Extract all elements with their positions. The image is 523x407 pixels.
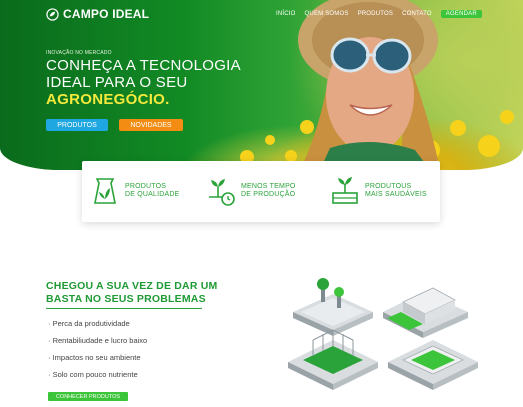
nav-item-quem-somos[interactable]: QUEM SOMOS	[305, 11, 349, 17]
sprout-clock-icon	[209, 179, 235, 206]
headline-line-1: CONHEÇA A TECNOLOGIA	[46, 57, 241, 74]
list-item: · Rentabiliudade e lucro baixo	[48, 336, 148, 345]
seedling-crate-icon	[332, 177, 358, 204]
list-item: · Solo com pouco nutriente	[48, 370, 138, 379]
problems-heading-line1: CHEGOU A SUA VEZ DE DAR UM	[46, 280, 218, 292]
leaf-logo-icon	[46, 7, 59, 21]
feature-healthier-line2: MAIS SAUDÁVEIS	[365, 191, 427, 198]
seed-bag-icon	[94, 178, 116, 204]
hero-kicker: INOVAÇÃO NO MERCADO	[46, 50, 112, 56]
nav-agendar-button[interactable]: AGENDAR	[440, 10, 482, 18]
feature-quality-line1: PRODUTOS	[125, 182, 167, 190]
feature-less-time-line2: DE PRODUÇÃO	[241, 191, 296, 198]
hero-banner: CAMPO IDEAL INÍCIO QUEM SOMOS PRODUTOS C…	[0, 0, 523, 170]
products-button[interactable]: PRODUTOS	[46, 119, 108, 131]
feature-healthier: PRODUTOUS MAIS SAUDÁVEIS	[331, 175, 427, 207]
news-button[interactable]: NOVIDADES	[119, 119, 183, 131]
list-item: · Perca da produtividade	[48, 319, 130, 328]
brand-name: CAMPO IDEAL	[63, 7, 150, 21]
nav-item-contato[interactable]: CONTATO	[402, 11, 432, 17]
main-nav: INÍCIO QUEM SOMOS PRODUTOS CONTATO AGEND…	[276, 10, 482, 18]
feature-quality: PRODUTOS DE QUALIDADE	[91, 175, 180, 207]
problems-heading: CHEGOU A SUA VEZ DE DAR UM BASTA NO SEUS…	[46, 280, 217, 306]
feature-healthier-line1: PRODUTOUS	[365, 182, 412, 190]
nav-item-produtos[interactable]: PRODUTOS	[358, 11, 394, 17]
features-card: PRODUTOS DE QUALIDADE MENOS TEMPO DE PRO…	[82, 161, 440, 222]
feature-less-time-line1: MENOS TEMPO	[241, 182, 296, 190]
isometric-farm-illustration	[288, 278, 478, 390]
headline-accent: AGRONEGÓCIO.	[46, 91, 170, 108]
problems-heading-line2: BASTA NO SEUS PROBLEMAS	[46, 293, 206, 305]
feature-quality-line2: DE QUALIDADE	[125, 191, 180, 198]
nav-item-inicio[interactable]: INÍCIO	[276, 11, 296, 17]
headline-line-2: IDEAL PARA O SEU	[46, 74, 188, 91]
brand-logo[interactable]: CAMPO IDEAL	[46, 7, 149, 21]
heading-underline	[46, 308, 202, 309]
feature-less-time: MENOS TEMPO DE PRODUÇÃO	[207, 175, 296, 207]
list-item: · Impactos no seu ambiente	[48, 353, 141, 362]
hero-headline: CONHEÇA A TECNOLOGIA IDEAL PARA O SEU AG…	[46, 57, 241, 108]
woman-with-sunglasses-photo	[298, 0, 440, 170]
know-products-button[interactable]: CONHECER PRODUTOS	[48, 392, 128, 401]
problems-list: · Perca da produtividade · Rentabiliudad…	[48, 319, 147, 387]
